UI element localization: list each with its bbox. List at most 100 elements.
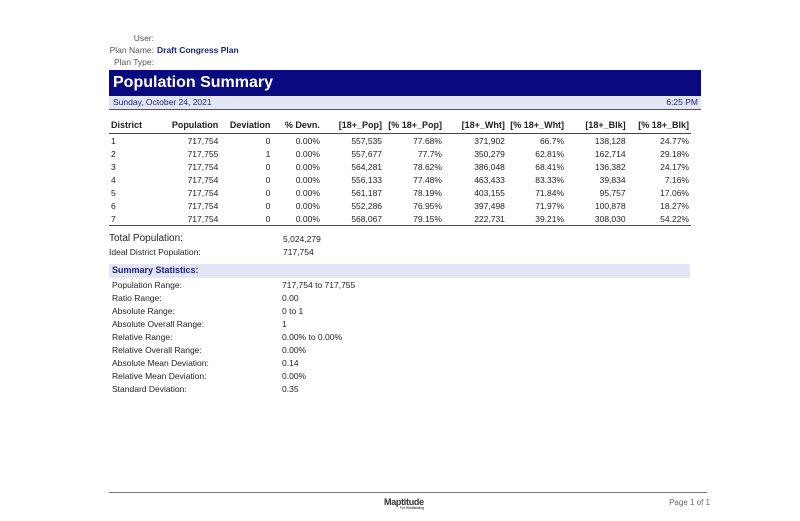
stat-label: Absolute Range: [112, 306, 175, 316]
cell-18-wht: 397,498 [474, 200, 505, 211]
plan-name-label: Plan Name: [109, 45, 154, 55]
table-row: 5 717,754 0 0.00% 561,187 78.19% 403,155… [109, 186, 691, 199]
cell-deviation: 0 [265, 187, 271, 198]
report-time: 6:25 PM [666, 97, 698, 107]
cell-18-pop: 557,677 [351, 148, 383, 159]
stat-row: Relative Range: 0.00% to 0.00% [112, 332, 342, 342]
stat-label: Absolute Overall Range: [112, 319, 205, 329]
cell-pct-18-wht: 68.41% [535, 161, 565, 172]
cell-pct-18-blk: 29.18% [660, 148, 689, 159]
table-row: 3 717,754 0 0.00% 564,281 78.62% 386,048… [109, 160, 691, 173]
stat-value: 0 to 1 [282, 306, 304, 316]
stat-label: Relative Range: [112, 332, 173, 342]
cell-district: 2 [111, 148, 116, 159]
total-population-value: 5,024,279 [283, 234, 321, 244]
cell-deviation: 1 [265, 148, 271, 159]
district-table: District Population Deviation % Devn. [1… [109, 118, 691, 226]
cell-18-wht: 222,731 [443, 212, 507, 226]
cell-18-wht: 350,279 [474, 148, 505, 159]
col-header-district: District [109, 118, 161, 134]
table-row: 1 717,754 0 0.00% 557,535 77.68% 371,902… [109, 134, 691, 148]
ideal-population-value: 717,754 [283, 247, 314, 257]
cell-district: 3 [111, 161, 116, 172]
ideal-population-line: Ideal District Population: 717,754 [109, 247, 314, 257]
stat-value: 0.35 [282, 384, 299, 394]
cell-pct-18-wht: 39.21% [506, 212, 567, 226]
report-title: Population Summary [113, 74, 274, 91]
date-bar: Sunday, October 24, 2021 6:25 PM [109, 96, 701, 110]
stat-row: Absolute Overall Range: 1 [112, 319, 287, 329]
cell-pct-18-blk: 24.17% [660, 161, 689, 172]
stat-value: 0.00 [282, 293, 299, 303]
cell-pct-devn: 0.00% [295, 200, 320, 211]
cell-18-blk: 308,030 [566, 212, 628, 226]
cell-pct-18-blk: 54.22% [627, 212, 691, 226]
cell-district: 6 [111, 200, 116, 211]
stat-row: Absolute Mean Deviation: 0.14 [112, 358, 299, 368]
cell-population: 717,754 [187, 200, 219, 211]
cell-pct-18-blk: 24.77% [660, 135, 689, 146]
total-population-label: Total Population: [109, 233, 183, 244]
cell-18-pop: 557,535 [351, 135, 383, 146]
ideal-population-label: Ideal District Population: [109, 247, 201, 257]
cell-pct-18-wht: 83.33% [535, 174, 565, 185]
stat-value: 717,754 to 717,755 [282, 280, 356, 290]
summary-statistics-title: Summary Statistics: [112, 265, 199, 275]
col-header-deviation: Deviation [220, 118, 273, 134]
cell-pct-18-blk: 17.06% [660, 187, 689, 198]
cell-pct-18-pop: 77.48% [413, 174, 442, 185]
cell-18-blk: 100,878 [594, 200, 626, 211]
table-row: 2 717,755 1 0.00% 557,677 77.7% 350,279 … [109, 147, 691, 160]
cell-pct-devn: 0.00% [295, 187, 320, 198]
cell-pct-18-pop: 77.68% [413, 135, 442, 146]
cell-deviation: 0 [265, 135, 271, 146]
plan-name-line: Plan Name: Draft Congress Plan [0, 45, 239, 55]
table-row: 4 717,754 0 0.00% 556,133 77.48% 463,433… [109, 173, 691, 186]
stat-label: Absolute Mean Deviation: [112, 358, 209, 368]
cell-population: 717,754 [187, 135, 219, 146]
cell-pct-18-pop: 76.95% [413, 200, 442, 211]
cell-district: 7 [109, 212, 161, 226]
cell-pct-18-wht: 62.81% [535, 148, 565, 159]
stat-row: Relative Overall Range: 0.00% [112, 345, 306, 355]
col-header-pct-devn: % Devn. [272, 118, 322, 134]
plan-name-value: Draft Congress Plan [157, 45, 239, 55]
cell-18-blk: 95,757 [599, 187, 626, 198]
plan-type-line: Plan Type: [0, 57, 157, 67]
cell-18-blk: 162,714 [594, 148, 626, 159]
col-header-pct-18-pop: [% 18+_Pop] [384, 118, 444, 134]
cell-deviation: 0 [265, 174, 271, 185]
footer-divider [109, 492, 707, 493]
stat-row: Ratio Range: 0.00 [112, 293, 299, 303]
stat-value: 0.00% to 0.00% [282, 332, 343, 342]
col-header-18-pop: [18+_Pop] [321, 118, 385, 134]
cell-18-blk: 136,382 [594, 161, 626, 172]
total-population-line: Total Population: 5,024,279 [109, 233, 321, 244]
cell-population: 717,754 [187, 161, 219, 172]
cell-pct-18-wht: 66.7% [539, 135, 565, 146]
stat-label: Population Range: [112, 280, 182, 290]
cell-18-pop: 556,133 [351, 174, 383, 185]
stat-label: Relative Mean Deviation: [112, 371, 207, 381]
report-date: Sunday, October 24, 2021 [113, 97, 212, 107]
cell-pct-devn: 0.00% [295, 161, 320, 172]
stat-value: 0.14 [282, 358, 299, 368]
stat-row: Standard Deviation: 0.35 [112, 384, 299, 394]
cell-district: 5 [111, 187, 116, 198]
cell-18-blk: 39,834 [599, 174, 626, 185]
cell-deviation: 0 [265, 161, 271, 172]
table-row: 6 717,754 0 0.00% 552,286 76.95% 397,498… [109, 199, 691, 212]
stat-value: 1 [282, 319, 287, 329]
cell-population: 717,754 [160, 212, 221, 226]
cell-pct-devn: 0.00% [295, 174, 320, 185]
page-number: Page 1 of 1 [669, 498, 710, 507]
user-line: User: [0, 33, 157, 43]
cell-18-pop: 568,067 [321, 212, 385, 226]
col-header-18-blk: [18+_Blk] [566, 118, 628, 134]
col-header-18-wht: [18+_Wht] [443, 118, 507, 134]
stat-row: Relative Mean Deviation: 0.00% [112, 371, 306, 381]
summary-statistics-header: Summary Statistics: [109, 264, 690, 278]
cell-pct-18-pop: 79.15% [384, 212, 444, 226]
cell-pct-18-pop: 78.19% [413, 187, 442, 198]
plan-type-label: Plan Type: [113, 57, 154, 67]
